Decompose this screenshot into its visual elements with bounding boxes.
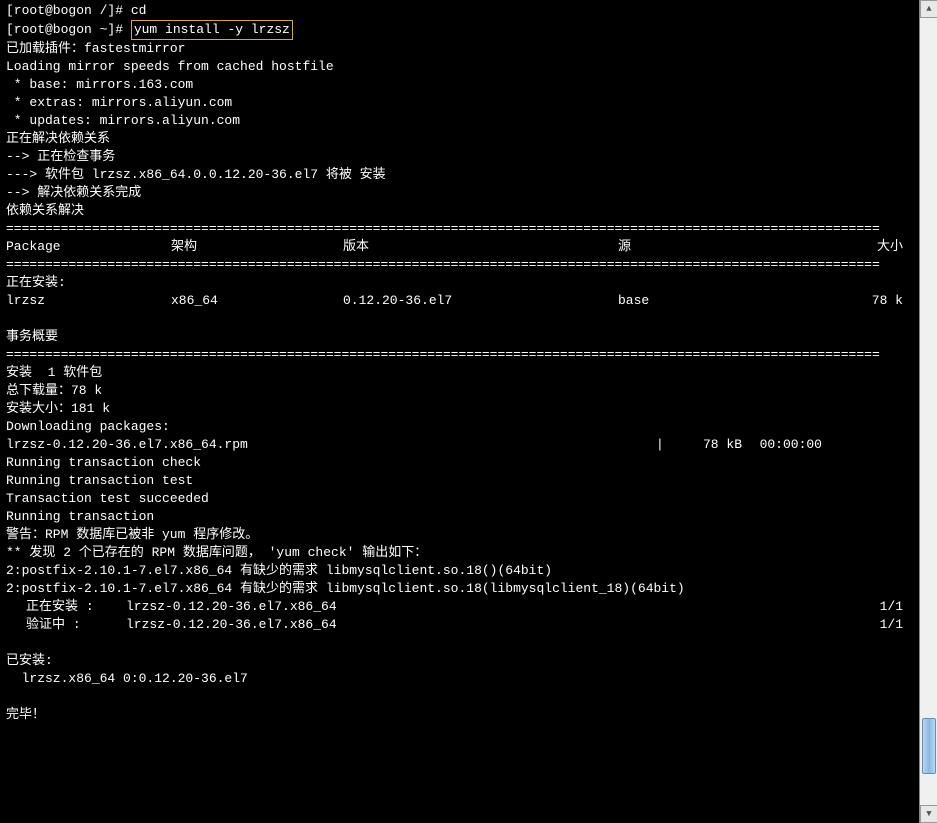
table-row: lrzsz x86_64 0.12.20-36.el7 base 78 k	[6, 292, 913, 310]
installing-label: 正在安装:	[6, 274, 913, 292]
download-time: 00:00:00	[742, 436, 822, 454]
table-divider: ========================================…	[6, 346, 913, 364]
cell-version: 0.12.20-36.el7	[343, 292, 618, 310]
output-line: Running transaction	[6, 508, 913, 526]
output-line: * extras: mirrors.aliyun.com	[6, 94, 913, 112]
install-step-label: 正在安装 :	[6, 598, 126, 616]
col-header-size: 大小	[778, 238, 913, 256]
output-line: --> 解决依赖关系完成	[6, 184, 913, 202]
blank-line	[6, 688, 913, 706]
cell-arch: x86_64	[171, 292, 343, 310]
download-name: lrzsz-0.12.20-36.el7.x86_64.rpm	[6, 436, 656, 454]
install-step-pkg: lrzsz-0.12.20-36.el7.x86_64	[126, 616, 853, 634]
prompt-prefix: [root@bogon ~]#	[6, 22, 131, 37]
table-header-row: Package 架构 版本 源 大小	[6, 238, 913, 256]
install-count: 安装 1 软件包	[6, 364, 913, 382]
installed-label: 已安装:	[6, 652, 913, 670]
output-line: 2:postfix-2.10.1-7.el7.x86_64 有缺少的需求 lib…	[6, 562, 913, 580]
output-line: Running transaction check	[6, 454, 913, 472]
prompt-line: [root@bogon ~]# yum install -y lrzsz	[6, 20, 913, 40]
install-step-count: 1/1	[853, 616, 913, 634]
cell-package: lrzsz	[6, 292, 171, 310]
scroll-up-button[interactable]: ▲	[920, 0, 937, 18]
col-header-version: 版本	[343, 238, 618, 256]
installed-pkg: lrzsz.x86_64 0:0.12.20-36.el7	[6, 670, 913, 688]
output-line: --> 正在检查事务	[6, 148, 913, 166]
cell-repo: base	[618, 292, 778, 310]
output-line: 安装大小：181 k	[6, 400, 913, 418]
command-highlight: yum install -y lrzsz	[131, 20, 293, 40]
output-line: 正在解决依赖关系	[6, 130, 913, 148]
download-bar: |	[656, 436, 672, 454]
output-line: 依赖关系解决	[6, 202, 913, 220]
download-size: 78 kB	[672, 436, 742, 454]
output-line: 已加载插件：fastestmirror	[6, 40, 913, 58]
scroll-thumb[interactable]	[922, 718, 936, 774]
output-line: ** 发现 2 个已存在的 RPM 数据库问题， 'yum check' 输出如…	[6, 544, 913, 562]
summary-label: 事务概要	[6, 328, 913, 346]
done-label: 完毕！	[6, 706, 913, 724]
install-step-row: 验证中 : lrzsz-0.12.20-36.el7.x86_64 1/1	[6, 616, 913, 634]
blank-line	[6, 634, 913, 652]
col-header-arch: 架构	[171, 238, 343, 256]
install-step-label: 验证中 :	[6, 616, 126, 634]
col-header-repo: 源	[618, 238, 778, 256]
col-header-package: Package	[6, 238, 171, 256]
install-step-pkg: lrzsz-0.12.20-36.el7.x86_64	[126, 598, 853, 616]
install-step-count: 1/1	[853, 598, 913, 616]
output-line: Running transaction test	[6, 472, 913, 490]
cell-size: 78 k	[778, 292, 913, 310]
output-line: Loading mirror speeds from cached hostfi…	[6, 58, 913, 76]
output-line: ---> 软件包 lrzsz.x86_64.0.0.12.20-36.el7 将…	[6, 166, 913, 184]
output-line: 总下载量：78 k	[6, 382, 913, 400]
install-step-row: 正在安装 : lrzsz-0.12.20-36.el7.x86_64 1/1	[6, 598, 913, 616]
output-line: Transaction test succeeded	[6, 490, 913, 508]
output-line: 警告：RPM 数据库已被非 yum 程序修改。	[6, 526, 913, 544]
output-line: 2:postfix-2.10.1-7.el7.x86_64 有缺少的需求 lib…	[6, 580, 913, 598]
download-row: lrzsz-0.12.20-36.el7.x86_64.rpm | 78 kB …	[6, 436, 913, 454]
prompt-line: [root@bogon /]# cd	[6, 2, 913, 20]
scroll-down-button[interactable]: ▼	[920, 805, 937, 823]
table-divider: ========================================…	[6, 256, 913, 274]
table-divider: ========================================…	[6, 220, 913, 238]
blank-line	[6, 310, 913, 328]
vertical-scrollbar[interactable]: ▲ ▼	[919, 0, 937, 823]
terminal-output[interactable]: [root@bogon /]# cd [root@bogon ~]# yum i…	[0, 0, 919, 823]
output-line: Downloading packages:	[6, 418, 913, 436]
output-line: * base: mirrors.163.com	[6, 76, 913, 94]
output-line: * updates: mirrors.aliyun.com	[6, 112, 913, 130]
